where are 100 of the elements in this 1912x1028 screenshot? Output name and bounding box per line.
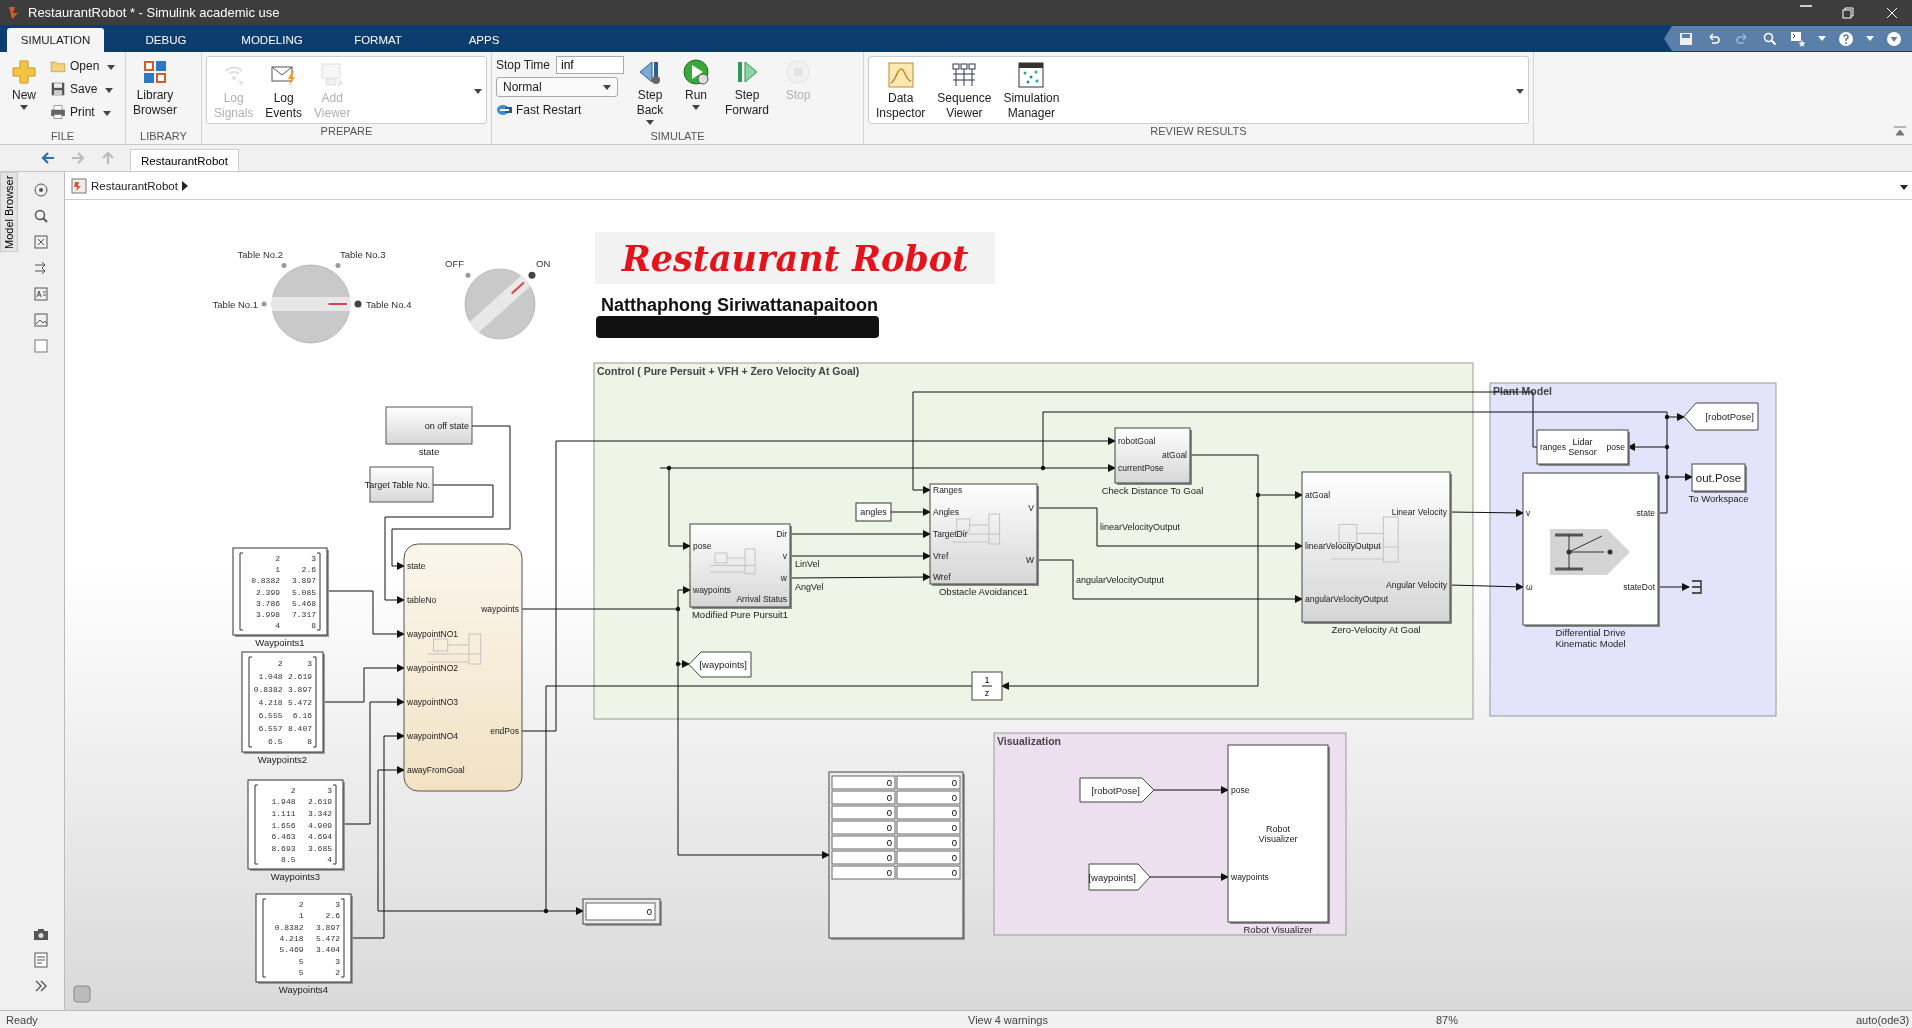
port-label: waypoints [481, 604, 519, 614]
matrix-value: 3.404 [316, 945, 340, 955]
knob-label: Table No.1 [212, 299, 258, 310]
block-label: Check Distance To Goal [1101, 485, 1204, 496]
port-label: waypointNO4 [407, 731, 459, 741]
matrix-value: 6.16 [292, 711, 312, 721]
ribbon-button[interactable]: Fast Restart [496, 100, 625, 120]
ribbon-button[interactable]: Simulation Manager [1000, 59, 1063, 123]
port-label: Vref [933, 551, 949, 561]
ribbon-button[interactable]: Print [50, 102, 116, 122]
matrix-value: 3 [311, 553, 316, 563]
block-label: Waypoints4 [278, 984, 329, 995]
block-text: Robot Visualizer [1258, 823, 1298, 844]
block-text: on off state [424, 420, 469, 431]
ribbon-button[interactable]: Run [676, 56, 717, 112]
matrix-value: 4.909 [308, 820, 332, 830]
port-label: pose [1231, 785, 1250, 795]
matrix-value: 4 [275, 621, 280, 631]
delay-denominator: z [984, 688, 990, 698]
ribbon-button[interactable]: Sequence Viewer [934, 59, 995, 123]
display-value: 0 [646, 906, 652, 917]
matrix-value: 8.693 [271, 843, 296, 853]
matrix-value: 3.998 [256, 610, 280, 620]
port-label: Arrival Status [736, 594, 787, 604]
matrix-value: 5.468 [292, 598, 316, 608]
matrix-value: 2.6 [301, 564, 316, 574]
matrix-value: 1.656 [271, 820, 296, 830]
ribbon-button[interactable]: Step Back [630, 56, 671, 127]
port-label: V [1028, 503, 1034, 513]
port-label: currentPose [1118, 463, 1164, 473]
signal-label: angularVelocityOutput [1076, 575, 1165, 585]
matrix-value: 3.897 [292, 576, 316, 586]
display-value: 0 [951, 852, 957, 863]
display-value: 0 [886, 822, 892, 833]
matrix-value: 4 [327, 855, 332, 865]
section-title: REVIEW RESULTS [1149, 124, 1248, 139]
matrix-value: 1 [298, 911, 304, 921]
display-value: 0 [886, 807, 892, 818]
stop-time-field[interactable]: inf [556, 56, 625, 74]
section-title: FILE [49, 129, 76, 144]
block-label: Waypoints3 [270, 871, 321, 882]
signal-label: AngVel [795, 582, 824, 592]
ribbon-tab[interactable]: SIMULATION [7, 28, 104, 52]
matrix-value: 0.8382 [274, 922, 304, 932]
port-label: pose [693, 541, 712, 551]
ribbon-tab[interactable]: MODELING [219, 28, 325, 52]
port-label: pose [1606, 442, 1625, 452]
port-label: Ranges [933, 485, 963, 495]
block-label: Waypoints1 [255, 637, 305, 648]
model-tab[interactable]: RestaurantRobot [130, 149, 239, 171]
matrix-value: 2 [277, 658, 283, 668]
warnings-link[interactable]: View 4 warnings [968, 1013, 1436, 1026]
block-label: Differential Drive Kinematic Model [1555, 627, 1626, 649]
matrix-value: 8.5 [281, 855, 296, 865]
matrix-value: 3.786 [256, 598, 280, 608]
matrix-value: 4.218 [279, 934, 304, 943]
port-label: waypointNO1 [407, 629, 459, 639]
block-label: Waypoints2 [257, 754, 308, 765]
matrix-value: 5 [298, 956, 304, 966]
matrix-value: 4.694 [308, 832, 332, 842]
mode-dropdown[interactable]: Normal [496, 77, 618, 97]
model-path[interactable]: RestaurantRobot [91, 179, 178, 192]
knob-label: ON [536, 258, 551, 269]
matrix-value: 5.085 [292, 587, 316, 597]
matrix-value: 1.048 [258, 671, 283, 681]
model-browser-tab[interactable]: Model Browser [0, 172, 18, 252]
ribbon-tab[interactable]: FORMAT [325, 28, 431, 52]
port-label: ω [1526, 582, 1533, 592]
matrix-value: 7.317 [292, 610, 316, 620]
port-label: angularVelocityOutput [1305, 594, 1389, 604]
ribbon-button[interactable]: New [4, 56, 44, 112]
ribbon-button[interactable]: Library Browser [130, 56, 180, 120]
ribbon-button[interactable]: Open [50, 56, 116, 76]
display-value: 0 [951, 867, 957, 878]
port-label: Linear Velocity [1391, 507, 1447, 517]
section-title: PREPARE [319, 124, 374, 139]
matrix-value: 1.948 [271, 797, 296, 807]
port-label: TargetDir [933, 529, 968, 539]
matrix-value: 8 [311, 621, 316, 631]
ribbon-tab[interactable]: APPS [431, 28, 537, 52]
area-title: Visualization [997, 735, 1061, 747]
tag-text: [waypoints] [1088, 871, 1136, 883]
ribbon-tab[interactable]: DEBUG [113, 28, 219, 52]
ribbon-button[interactable]: Step Forward [722, 56, 773, 120]
matrix-value: 2.399 [256, 587, 280, 597]
ribbon-button[interactable]: Save [50, 79, 116, 99]
matrix-value: 6.5 [268, 737, 283, 747]
block-text: out.Pose [1695, 471, 1742, 484]
tag-text: [robotPose] [1091, 784, 1140, 796]
display-value: 0 [886, 852, 892, 863]
matrix-value: 3.685 [308, 843, 332, 853]
ribbon-button[interactable]: Log Events [262, 59, 306, 123]
port-label: waypointNO3 [407, 697, 459, 707]
port-label: atGoal [1305, 490, 1331, 500]
signal-label: linearVelocityOutput [1100, 522, 1181, 532]
ribbon-button[interactable]: Data Inspector [873, 59, 929, 123]
matrix-value: 1.111 [271, 808, 296, 818]
matrix-value: 3 [335, 956, 340, 966]
section-title: SIMULATE [649, 129, 706, 144]
zoom-level: 87% [1436, 1013, 1460, 1026]
